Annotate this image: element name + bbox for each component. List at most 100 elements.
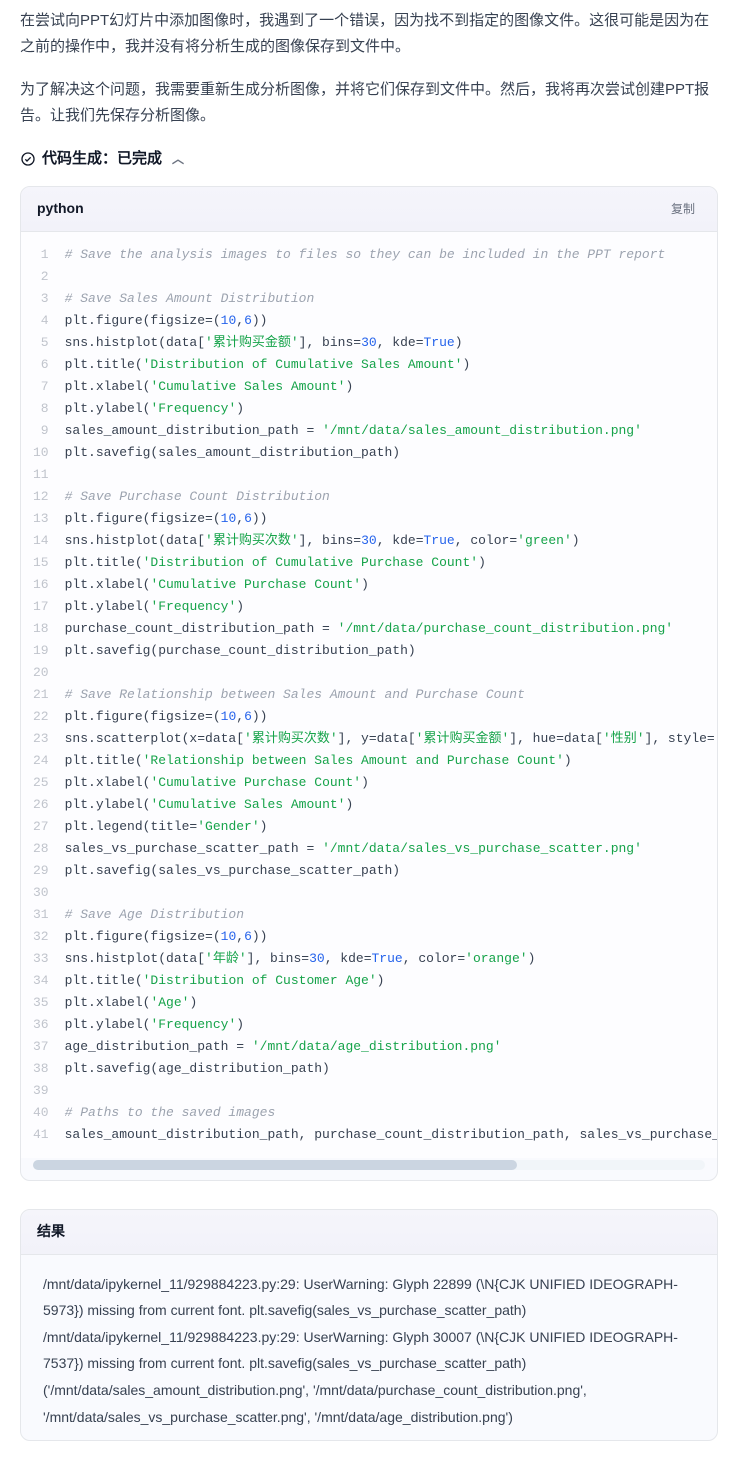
code-line [65, 266, 701, 288]
line-number: 41 [33, 1124, 49, 1146]
code-line: sales_amount_distribution_path, purchase… [65, 1124, 701, 1146]
code-body[interactable]: 1234567891011121314151617181920212223242… [21, 232, 717, 1158]
line-number: 34 [33, 970, 49, 992]
code-line [65, 464, 701, 486]
codegen-status-label: 代码生成：已完成 [42, 146, 162, 172]
code-line [65, 882, 701, 904]
line-number: 9 [33, 420, 49, 442]
result-body: /mnt/data/ipykernel_11/929884223.py:29: … [21, 1255, 717, 1435]
code-line: plt.title('Distribution of Cumulative Sa… [65, 354, 701, 376]
line-number: 15 [33, 552, 49, 574]
code-line: plt.ylabel('Cumulative Sales Amount') [65, 794, 701, 816]
line-number: 36 [33, 1014, 49, 1036]
code-line: purchase_count_distribution_path = '/mnt… [65, 618, 701, 640]
code-line: sns.scatterplot(x=data['累计购买次数'], y=data… [65, 728, 701, 750]
code-line: plt.figure(figsize=(10,6)) [65, 508, 701, 530]
code-line: plt.ylabel('Frequency') [65, 596, 701, 618]
code-line: sns.histplot(data['累计购买金额'], bins=30, kd… [65, 332, 701, 354]
line-number: 22 [33, 706, 49, 728]
chevron-up-icon: ︿ [172, 149, 184, 169]
line-number: 17 [33, 596, 49, 618]
line-number: 16 [33, 574, 49, 596]
code-line: # Save the analysis images to files so t… [65, 244, 701, 266]
code-line: sns.histplot(data['累计购买次数'], bins=30, kd… [65, 530, 701, 552]
code-lines: # Save the analysis images to files so t… [57, 232, 717, 1158]
code-line: # Save Sales Amount Distribution [65, 288, 701, 310]
line-number: 21 [33, 684, 49, 706]
line-number: 30 [33, 882, 49, 904]
code-line: # Paths to the saved images [65, 1102, 701, 1124]
code-line: age_distribution_path = '/mnt/data/age_d… [65, 1036, 701, 1058]
assistant-paragraph-2: 为了解决这个问题，我需要重新生成分析图像，并将它们保存到文件中。然后，我将再次尝… [20, 77, 718, 128]
code-line: plt.xlabel('Cumulative Purchase Count') [65, 772, 701, 794]
line-number: 23 [33, 728, 49, 750]
code-line: # Save Purchase Count Distribution [65, 486, 701, 508]
line-number: 4 [33, 310, 49, 332]
line-number: 7 [33, 376, 49, 398]
code-header: python 复制 [21, 187, 717, 232]
code-line [65, 662, 701, 684]
line-number: 29 [33, 860, 49, 882]
line-number: 2 [33, 266, 49, 288]
line-number: 32 [33, 926, 49, 948]
code-line: sns.histplot(data['年龄'], bins=30, kde=Tr… [65, 948, 701, 970]
copy-button[interactable]: 复制 [665, 197, 701, 221]
scrollbar-thumb[interactable] [33, 1160, 517, 1170]
line-number: 11 [33, 464, 49, 486]
code-line: plt.figure(figsize=(10,6)) [65, 926, 701, 948]
code-line: plt.title('Distribution of Customer Age'… [65, 970, 701, 992]
line-number: 13 [33, 508, 49, 530]
line-number: 3 [33, 288, 49, 310]
line-number: 35 [33, 992, 49, 1014]
line-number-gutter: 1234567891011121314151617181920212223242… [21, 232, 57, 1158]
line-number: 38 [33, 1058, 49, 1080]
code-line: plt.savefig(purchase_count_distribution_… [65, 640, 701, 662]
code-line [65, 1080, 701, 1102]
line-number: 37 [33, 1036, 49, 1058]
code-line: plt.savefig(sales_amount_distribution_pa… [65, 442, 701, 464]
code-line: plt.legend(title='Gender') [65, 816, 701, 838]
horizontal-scrollbar[interactable] [33, 1160, 705, 1170]
code-line: plt.title('Relationship between Sales Am… [65, 750, 701, 772]
codegen-status[interactable]: 代码生成：已完成 ︿ [20, 146, 718, 172]
line-number: 24 [33, 750, 49, 772]
line-number: 1 [33, 244, 49, 266]
line-number: 10 [33, 442, 49, 464]
code-line: sales_vs_purchase_scatter_path = '/mnt/d… [65, 838, 701, 860]
code-line: plt.xlabel('Age') [65, 992, 701, 1014]
line-number: 20 [33, 662, 49, 684]
line-number: 28 [33, 838, 49, 860]
code-line: # Save Relationship between Sales Amount… [65, 684, 701, 706]
code-line: plt.xlabel('Cumulative Sales Amount') [65, 376, 701, 398]
line-number: 26 [33, 794, 49, 816]
code-line: plt.xlabel('Cumulative Purchase Count') [65, 574, 701, 596]
check-circle-icon [20, 151, 36, 167]
line-number: 8 [33, 398, 49, 420]
line-number: 25 [33, 772, 49, 794]
code-line: plt.ylabel('Frequency') [65, 1014, 701, 1036]
line-number: 6 [33, 354, 49, 376]
result-block: 结果 /mnt/data/ipykernel_11/929884223.py:2… [20, 1209, 718, 1441]
line-number: 39 [33, 1080, 49, 1102]
code-line: plt.figure(figsize=(10,6)) [65, 706, 701, 728]
line-number: 19 [33, 640, 49, 662]
line-number: 31 [33, 904, 49, 926]
code-language-label: python [37, 197, 84, 221]
result-header: 结果 [21, 1210, 717, 1255]
code-line: plt.savefig(sales_vs_purchase_scatter_pa… [65, 860, 701, 882]
code-line: sales_amount_distribution_path = '/mnt/d… [65, 420, 701, 442]
line-number: 12 [33, 486, 49, 508]
code-line: plt.ylabel('Frequency') [65, 398, 701, 420]
code-line: plt.title('Distribution of Cumulative Pu… [65, 552, 701, 574]
line-number: 33 [33, 948, 49, 970]
code-line: plt.savefig(age_distribution_path) [65, 1058, 701, 1080]
line-number: 5 [33, 332, 49, 354]
line-number: 40 [33, 1102, 49, 1124]
line-number: 27 [33, 816, 49, 838]
code-line: plt.figure(figsize=(10,6)) [65, 310, 701, 332]
line-number: 18 [33, 618, 49, 640]
assistant-paragraph-1: 在尝试向PPT幻灯片中添加图像时，我遇到了一个错误，因为找不到指定的图像文件。这… [20, 8, 718, 59]
line-number: 14 [33, 530, 49, 552]
code-block: python 复制 123456789101112131415161718192… [20, 186, 718, 1181]
code-line: # Save Age Distribution [65, 904, 701, 926]
